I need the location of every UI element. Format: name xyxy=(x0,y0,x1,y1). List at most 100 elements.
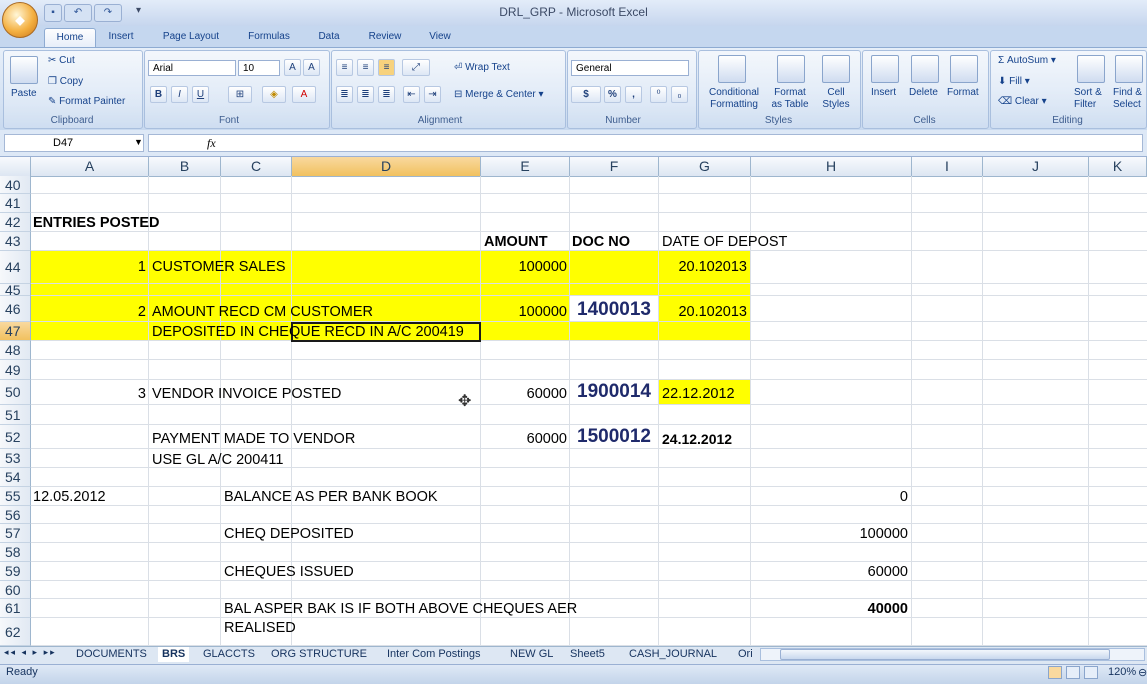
align-right-icon[interactable]: ≣ xyxy=(378,86,395,103)
bold-button[interactable]: B xyxy=(150,86,167,103)
row-header[interactable]: 52 xyxy=(0,425,31,449)
sheet-tab-documents[interactable]: DOCUMENTS xyxy=(76,647,147,662)
decrease-indent-icon[interactable]: ⇤ xyxy=(403,86,420,103)
customize-qat-icon[interactable]: ▾ xyxy=(136,5,141,16)
page-layout-view-icon[interactable] xyxy=(1066,666,1080,679)
autosum-button[interactable]: Σ AutoSum ▾ xyxy=(998,55,1056,66)
row-header[interactable]: 54 xyxy=(0,468,31,487)
cell-f52[interactable]: 1500012 xyxy=(577,427,651,446)
column-header[interactable]: E xyxy=(481,157,570,176)
percent-button[interactable]: % xyxy=(604,86,621,103)
formula-input[interactable] xyxy=(148,134,1143,152)
fill-color-icon[interactable]: ◈ xyxy=(262,86,286,103)
normal-view-icon[interactable] xyxy=(1048,666,1062,679)
row-header[interactable]: 50 xyxy=(0,380,31,405)
column-header[interactable]: J xyxy=(983,157,1089,176)
cell-c62[interactable]: REALISED xyxy=(224,619,296,637)
name-box-dropdown-icon[interactable]: ▼ xyxy=(134,137,143,147)
row-header[interactable]: 42 xyxy=(0,213,31,232)
cell-e50[interactable]: 60000 xyxy=(481,385,567,403)
name-box[interactable]: D47 xyxy=(4,134,144,152)
column-header[interactable]: C xyxy=(221,157,292,176)
column-header[interactable]: I xyxy=(912,157,983,176)
row-header[interactable]: 47 xyxy=(0,322,31,341)
format-painter-button[interactable]: ✎ Format Painter xyxy=(48,96,125,107)
number-format-select[interactable]: General xyxy=(571,60,689,76)
shrink-font-icon[interactable]: A xyxy=(303,59,320,76)
sheet-nav-arrows-icon[interactable]: ◂◂ ◂ ▸ ▸▸ xyxy=(4,647,57,658)
paste-icon[interactable] xyxy=(10,56,38,84)
increase-indent-icon[interactable]: ⇥ xyxy=(424,86,441,103)
cell-c57[interactable]: CHEQ DEPOSITED xyxy=(224,525,354,543)
row-header[interactable]: 61 xyxy=(0,599,31,618)
tab-formulas[interactable]: Formulas xyxy=(240,28,298,48)
copy-button[interactable]: ❐ Copy xyxy=(48,76,83,87)
cell-c61[interactable]: BAL ASPER BAK IS IF BOTH ABOVE CHEQUES A… xyxy=(224,600,577,618)
select-all-button[interactable] xyxy=(0,157,31,176)
row-header[interactable]: 46 xyxy=(0,296,31,322)
tab-view[interactable]: View xyxy=(420,28,460,48)
sheet-tab-sheet5[interactable]: Sheet5 xyxy=(570,647,605,662)
clear-button[interactable]: ⌫ Clear ▾ xyxy=(998,96,1047,107)
cell-h59[interactable]: 60000 xyxy=(751,563,908,581)
tab-review[interactable]: Review xyxy=(362,28,408,48)
font-size-select[interactable]: 10 xyxy=(238,60,280,76)
column-header[interactable]: D xyxy=(292,157,481,176)
sheet-tab-org-structure[interactable]: ORG STRUCTURE xyxy=(271,647,367,662)
cell-g46[interactable]: 20.102013 xyxy=(659,303,747,321)
font-name-select[interactable]: Arial xyxy=(148,60,236,76)
tab-data[interactable]: Data xyxy=(310,28,348,48)
cell-g44[interactable]: 20.102013 xyxy=(659,258,747,276)
column-header[interactable]: K xyxy=(1089,157,1147,176)
comma-button[interactable]: , xyxy=(625,86,642,103)
row-header[interactable]: 58 xyxy=(0,543,31,562)
undo-icon[interactable]: ↶ xyxy=(64,4,92,22)
sheet-tab-new-gl[interactable]: NEW GL xyxy=(510,647,553,662)
row-header[interactable]: 40 xyxy=(0,176,31,194)
cell-e44[interactable]: 100000 xyxy=(481,258,567,276)
row-header[interactable]: 49 xyxy=(0,360,31,380)
cell-h61[interactable]: 40000 xyxy=(751,600,908,618)
row-header[interactable]: 53 xyxy=(0,449,31,468)
currency-button[interactable]: $ xyxy=(571,86,601,103)
column-header[interactable]: F xyxy=(570,157,659,176)
insert-button[interactable]: Insert xyxy=(871,87,896,98)
orientation-icon[interactable]: ⤢ xyxy=(402,59,430,76)
cell-e43[interactable]: AMOUNT xyxy=(484,233,548,251)
cell-a55[interactable]: 12.05.2012 xyxy=(33,488,106,506)
scrollbar-thumb[interactable] xyxy=(780,649,1110,660)
cell-c46[interactable]: AMOUNT RECD CM CUSTOMER xyxy=(152,303,373,321)
row-header[interactable]: 41 xyxy=(0,194,31,213)
cell-e52[interactable]: 60000 xyxy=(481,430,567,448)
fill-button[interactable]: ⬇ Fill ▾ xyxy=(998,76,1030,87)
office-button[interactable]: ◆ xyxy=(2,2,38,38)
cell-f43[interactable]: DOC NO xyxy=(572,233,630,251)
grow-font-icon[interactable]: A xyxy=(284,59,301,76)
cell-h57[interactable]: 100000 xyxy=(751,525,908,543)
cell-g52[interactable]: 24.12.2012 xyxy=(662,430,732,448)
sheet-tab-cash-journal[interactable]: CASH_JOURNAL xyxy=(629,647,717,662)
sheet-tab-glaccts[interactable]: GLACCTS xyxy=(203,647,255,662)
tab-insert[interactable]: Insert xyxy=(100,28,142,48)
cell-c47[interactable]: DEPOSITED IN CHEQUE RECD IN A/C 200419 xyxy=(152,323,464,341)
decrease-decimal-icon[interactable]: ₀ xyxy=(671,86,688,103)
cell-c50[interactable]: VENDOR INVOICE POSTED xyxy=(152,385,341,403)
zoom-out-icon[interactable]: ⊖ xyxy=(1138,666,1147,679)
align-left-icon[interactable]: ≣ xyxy=(336,86,353,103)
sheet-tab-inter-com[interactable]: Inter Com Postings xyxy=(387,647,481,662)
tab-home[interactable]: Home xyxy=(44,28,96,49)
format-as-table-button[interactable]: Format as Table xyxy=(766,87,814,111)
underline-button[interactable]: U xyxy=(192,86,209,103)
increase-decimal-icon[interactable]: ⁰ xyxy=(650,86,667,103)
cell-c53[interactable]: USE GL A/C 200411 xyxy=(152,451,283,469)
column-header[interactable]: A xyxy=(31,157,149,176)
wrap-text-button[interactable]: ⏎ Wrap Text xyxy=(454,62,510,73)
cell-g43[interactable]: DATE OF DEPOST xyxy=(662,233,787,251)
column-header[interactable]: H xyxy=(751,157,912,176)
row-header[interactable]: 60 xyxy=(0,581,31,599)
zoom-level[interactable]: 120% xyxy=(1108,666,1136,678)
cell-g50[interactable]: 22.12.2012 xyxy=(662,385,735,403)
align-middle-icon[interactable]: ≡ xyxy=(357,59,374,76)
align-center-icon[interactable]: ≣ xyxy=(357,86,374,103)
save-icon[interactable]: ▪ xyxy=(44,4,62,22)
